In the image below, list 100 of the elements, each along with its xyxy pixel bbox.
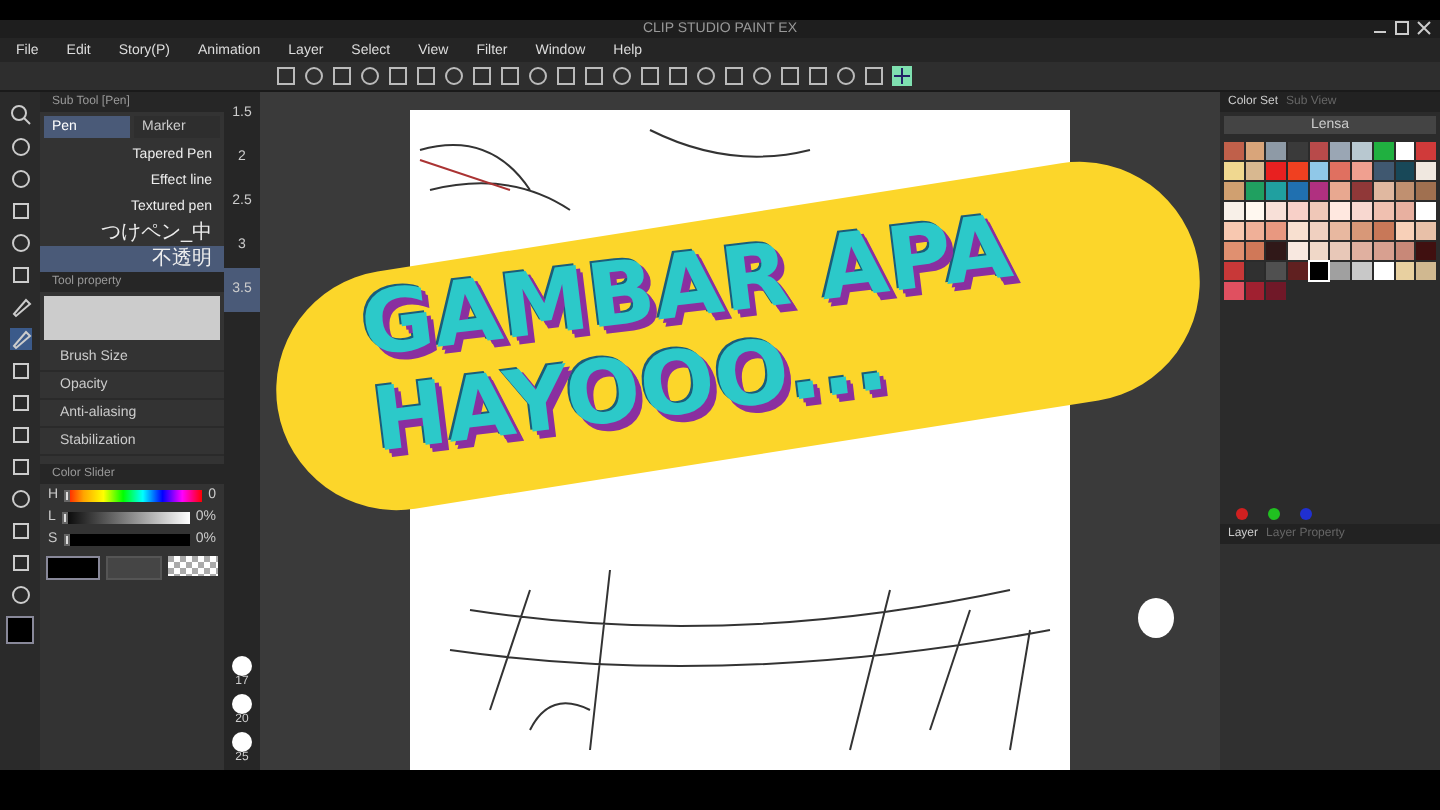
color-swatch[interactable]	[1224, 142, 1244, 160]
color-swatch[interactable]	[1266, 262, 1287, 280]
color-swatch[interactable]	[1352, 202, 1372, 220]
square-icon[interactable]	[780, 66, 800, 86]
maximize-icon[interactable]	[1394, 20, 1410, 36]
square-icon[interactable]	[9, 552, 31, 574]
pen-icon[interactable]	[9, 296, 31, 318]
color-swatch[interactable]	[1352, 182, 1372, 200]
color-swatch[interactable]	[1309, 182, 1329, 200]
color-swatch[interactable]	[46, 556, 101, 580]
color-swatch[interactable]	[1224, 182, 1244, 200]
color-swatch[interactable]	[1352, 222, 1372, 240]
color-swatch[interactable]	[1309, 162, 1329, 180]
color-swatch[interactable]	[1309, 222, 1329, 240]
color-swatch[interactable]	[1245, 262, 1265, 280]
square-icon[interactable]	[9, 200, 31, 222]
color-swatch[interactable]	[1266, 182, 1287, 200]
color-swatch[interactable]	[1416, 242, 1436, 260]
color-swatch[interactable]	[1224, 202, 1244, 220]
color-swatch[interactable]	[1245, 162, 1265, 180]
color-swatch[interactable]	[1395, 242, 1415, 260]
brush-item[interactable]: 不透明	[40, 246, 224, 272]
color-swatch[interactable]	[1373, 142, 1394, 160]
color-swatch[interactable]	[1245, 142, 1265, 160]
grid-icon[interactable]	[892, 66, 912, 86]
color-slider[interactable]	[61, 511, 190, 523]
color-swatch[interactable]	[1266, 162, 1287, 180]
slider-thumb[interactable]	[61, 511, 68, 523]
color-swatch[interactable]	[1288, 182, 1308, 200]
color-swatch[interactable]	[1288, 262, 1308, 280]
color-swatch[interactable]	[1245, 202, 1265, 220]
color-swatch[interactable]	[106, 556, 162, 580]
color-swatch[interactable]	[1395, 142, 1415, 160]
color-swatch[interactable]	[1288, 202, 1308, 220]
color-swatch[interactable]	[1416, 262, 1436, 280]
color-swatch[interactable]	[1416, 222, 1436, 240]
color-swatch[interactable]	[1416, 142, 1436, 160]
square-icon[interactable]	[9, 392, 31, 414]
color-swatch[interactable]	[1309, 262, 1329, 280]
color-swatch[interactable]	[1288, 162, 1308, 180]
color-swatch[interactable]	[1224, 262, 1244, 280]
color-swatch[interactable]	[1373, 182, 1394, 200]
color-swatch[interactable]	[1266, 242, 1287, 260]
color-swatch[interactable]	[1266, 222, 1287, 240]
color-swatch[interactable]	[1309, 202, 1329, 220]
square-icon[interactable]	[556, 66, 576, 86]
color-swatch[interactable]	[1245, 222, 1265, 240]
circle-icon[interactable]	[612, 66, 632, 86]
circle-icon[interactable]	[304, 66, 324, 86]
color-swatch[interactable]	[1416, 162, 1436, 180]
color-swatch[interactable]	[1245, 182, 1265, 200]
hue-slider[interactable]	[64, 489, 203, 501]
color-swatch[interactable]	[1224, 222, 1244, 240]
circle-icon[interactable]	[9, 136, 31, 158]
color-swatch[interactable]	[1288, 142, 1308, 160]
color-swatch[interactable]	[1352, 162, 1372, 180]
square-icon[interactable]	[472, 66, 492, 86]
color-swatch[interactable]	[1266, 282, 1287, 300]
color-swatch[interactable]	[1373, 202, 1394, 220]
circle-icon[interactable]	[836, 66, 856, 86]
square-icon[interactable]	[276, 66, 296, 86]
color-swatch[interactable]	[1373, 242, 1394, 260]
square-icon[interactable]	[584, 66, 604, 86]
color-swatch[interactable]	[1330, 262, 1351, 280]
color-slider[interactable]	[63, 533, 190, 545]
color-swatch[interactable]	[1330, 202, 1351, 220]
color-swatch[interactable]	[1395, 182, 1415, 200]
color-swatch[interactable]	[1395, 262, 1415, 280]
color-swatch[interactable]	[1395, 222, 1415, 240]
circle-icon[interactable]	[9, 232, 31, 254]
color-swatch[interactable]	[1330, 162, 1351, 180]
circle-icon[interactable]	[360, 66, 380, 86]
color-swatch[interactable]	[1224, 282, 1244, 300]
close-icon[interactable]	[1416, 20, 1432, 36]
color-swatch[interactable]	[1330, 182, 1351, 200]
color-swatch[interactable]	[1330, 142, 1351, 160]
circle-icon[interactable]	[528, 66, 548, 86]
circle-icon[interactable]	[444, 66, 464, 86]
square-icon[interactable]	[724, 66, 744, 86]
square-icon[interactable]	[808, 66, 828, 86]
main-color-swatch[interactable]	[6, 616, 34, 644]
color-swatch[interactable]	[1245, 242, 1265, 260]
color-swatch[interactable]	[1224, 162, 1244, 180]
color-swatch[interactable]	[1373, 162, 1394, 180]
pen-icon[interactable]	[9, 328, 31, 350]
circle-icon[interactable]	[696, 66, 716, 86]
color-swatch[interactable]	[1288, 222, 1308, 240]
square-icon[interactable]	[332, 66, 352, 86]
square-icon[interactable]	[640, 66, 660, 86]
square-icon[interactable]	[500, 66, 520, 86]
color-swatch[interactable]	[1395, 162, 1415, 180]
color-swatch[interactable]	[1373, 262, 1394, 280]
color-swatch[interactable]	[1352, 242, 1372, 260]
color-swatch[interactable]	[1266, 202, 1287, 220]
color-swatch[interactable]	[1309, 242, 1329, 260]
brush-item[interactable]: つけペン_中	[40, 220, 224, 246]
square-icon[interactable]	[9, 264, 31, 286]
square-icon[interactable]	[9, 520, 31, 542]
color-swatch[interactable]	[1416, 202, 1436, 220]
color-swatch[interactable]	[1395, 202, 1415, 220]
